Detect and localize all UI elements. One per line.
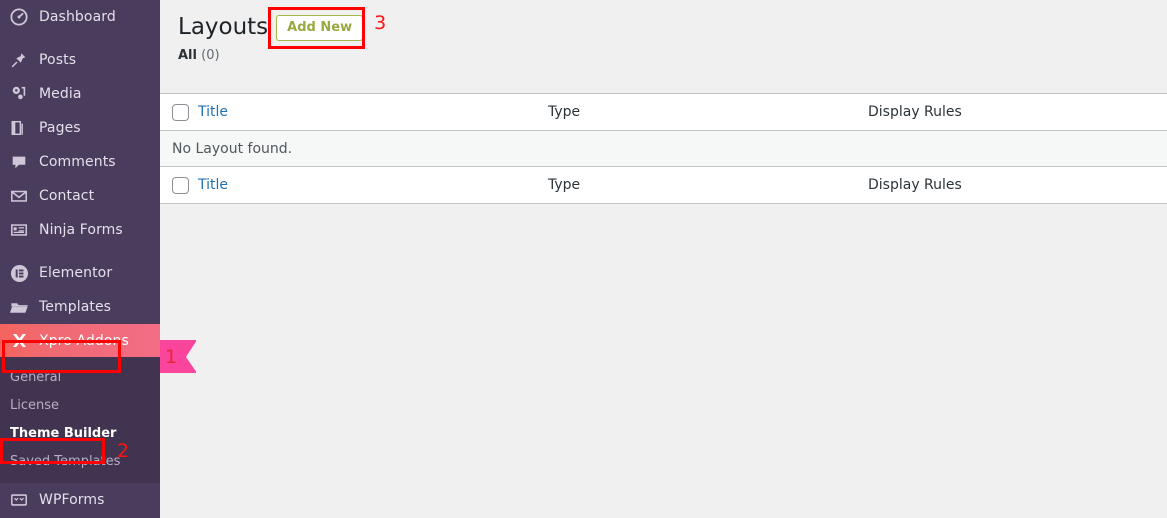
annotation-number-3: 3 [374,11,387,34]
column-header-title-link[interactable]: Title [198,104,228,120]
sidebar-item-label: Media [39,86,82,102]
select-all-footer-header [160,167,198,204]
column-header-display-rules-label: Display Rules [868,104,962,120]
select-all-checkbox[interactable] [172,103,189,121]
column-header-display-rules: Display Rules [868,94,1167,131]
filter-links: All (0) [178,48,1167,63]
column-footer-display-rules-label: Display Rules [868,177,962,193]
sidebar-item-label: Templates [39,299,112,315]
table-body: No Layout found. [160,130,1167,167]
sidebar-item-label: Ninja Forms [39,222,123,238]
sidebar-item-ninja-forms[interactable]: Ninja Forms [0,213,160,247]
sidebar-item-xpro-addons[interactable]: Xpro Addons [0,324,160,357]
sidebar-item-comments[interactable]: Comments [0,145,160,179]
table-footer-row: Title Type Display Rules [160,166,1167,204]
sidebar-subitem-label: License [10,397,60,413]
sidebar-item-label: Comments [39,154,116,170]
pages-icon [9,118,29,138]
folder-icon [9,297,29,317]
sidebar-subitem-label: Saved Templates [10,453,121,469]
sidebar-item-dashboard[interactable]: Dashboard [0,0,160,34]
envelope-icon [9,186,29,206]
wordpress-admin-screen: Dashboard Posts Media Pages Comments Con… [0,0,1167,518]
annotation-number-2: 2 [117,440,130,462]
sidebar-item-label: Elementor [39,265,113,281]
page-title: Layouts [178,14,269,41]
sidebar-subitem-theme-builder[interactable]: Theme Builder [0,419,160,447]
sidebar-divider [0,247,160,256]
table-empty-row: No Layout found. [160,130,1167,167]
column-footer-type: Type [548,167,868,204]
column-header-type: Type [548,94,868,131]
admin-sidebar: Dashboard Posts Media Pages Comments Con… [0,0,160,518]
xpro-x-icon [9,331,29,351]
sidebar-item-contact[interactable]: Contact [0,179,160,213]
main-content: Layouts Add New 3 All (0) Title Type Dis… [160,0,1167,518]
elementor-icon [9,263,29,283]
column-footer-title-link[interactable]: Title [198,177,228,193]
sidebar-item-label: Xpro Addons [39,332,129,349]
add-new-button[interactable]: Add New [276,14,364,42]
select-all-header [160,94,198,131]
sidebar-item-label: Dashboard [39,9,116,25]
sidebar-subitem-license[interactable]: License [0,391,160,419]
xpro-submenu: General License Theme Builder Saved Temp… [0,357,160,483]
column-header-type-label: Type [548,104,581,120]
sidebar-item-label: Contact [39,188,95,204]
filter-all[interactable]: All [178,48,197,63]
column-footer-type-label: Type [548,177,581,193]
sidebar-subitem-label: Theme Builder [10,425,117,441]
column-header-title: Title [198,94,548,131]
sidebar-item-pages[interactable]: Pages [0,111,160,145]
sidebar-subitem-saved-templates[interactable]: Saved Templates [0,447,160,475]
pin-icon [9,50,29,70]
sidebar-item-label: Posts [39,52,77,68]
add-new-wrapper: Add New 3 [268,6,386,49]
layouts-table: Title Type Display Rules No Layout found… [160,93,1167,204]
table-header-row: Title Type Display Rules [160,94,1167,131]
sidebar-item-label: Pages [39,120,81,136]
dashboard-icon [9,7,29,27]
select-all-checkbox-footer[interactable] [172,176,189,194]
sidebar-item-media[interactable]: Media [0,77,160,111]
sidebar-item-wpforms[interactable]: WPForms [0,483,160,517]
annotation-number-1: 1 [165,345,178,368]
sidebar-item-label: WPForms [39,492,105,508]
sidebar-item-templates[interactable]: Templates [0,290,160,324]
forms-icon [9,220,29,240]
media-icon [9,84,29,104]
table-foot: Title Type Display Rules [160,166,1167,204]
sidebar-item-posts[interactable]: Posts [0,43,160,77]
column-footer-display-rules: Display Rules [868,167,1167,204]
comment-icon [9,152,29,172]
filter-all-count: (0) [201,48,220,63]
sidebar-subitem-label: General [10,369,62,385]
wpforms-icon [9,490,29,510]
annotation-flag-1: 1 [160,340,197,373]
sidebar-subitem-general[interactable]: General [0,363,160,391]
column-footer-title: Title [198,167,548,204]
table-empty-message: No Layout found. [160,130,1167,167]
sidebar-item-elementor[interactable]: Elementor [0,256,160,290]
table-head: Title Type Display Rules [160,94,1167,131]
sidebar-divider [0,34,160,43]
page-header: Layouts Add New 3 [160,0,1167,49]
